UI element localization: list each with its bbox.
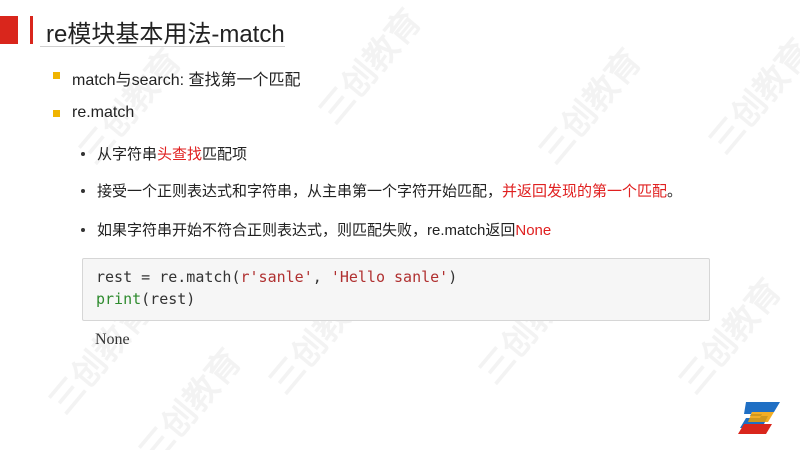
sub-bullet-text: 从字符串头查找匹配项: [97, 143, 247, 164]
sub-bullet-text-plain: 从字符串: [97, 146, 158, 163]
watermark-text: 三创教育: [701, 31, 800, 162]
watermark-text: 三创教育: [131, 341, 250, 450]
watermark-text: 三创教育: [311, 1, 430, 132]
sub-bullet-text: 如果字符串开始不符合正则表达式，则匹配失败，re.match返回None: [97, 219, 551, 240]
bullet-dot-icon: [81, 152, 85, 156]
slide-title: re模块基本用法-match: [46, 21, 285, 48]
code-output: None: [95, 331, 130, 348]
sub-bullet-text: 接受一个正则表达式和字符串，从主串第一个字符开始匹配，并返回发现的第一个匹配。: [97, 180, 682, 201]
sub-bullet-text-plain: 匹配项: [202, 146, 248, 163]
sub-bullet-text-plain: 接受一个正则表达式和字符串，从主串第一个字符开始匹配，: [97, 183, 503, 200]
code-line-1: rest = re.match(r'sanle', 'Hello sanle'): [96, 268, 458, 286]
bullet-text: match与search: 查找第一个匹配: [72, 72, 301, 89]
title-divider: [40, 46, 285, 47]
bullet-dot-icon: [81, 228, 85, 232]
title-accent-bar: [0, 16, 18, 44]
bullet-text: re.match: [72, 104, 135, 121]
sub-bullet-highlight: 并返回发现的第一个匹配: [502, 183, 668, 200]
sub-bullet-highlight: 头查找: [157, 146, 203, 163]
sub-bullet-text-plain: 。: [667, 183, 683, 200]
sub-bullet-text-plain: 如果字符串开始不符合正则表达式，则匹配失败，re.match返回: [97, 222, 516, 239]
code-line-2: print(rest): [96, 290, 196, 308]
watermark-text: 三创教育: [531, 41, 650, 172]
title-accent-line: [30, 16, 33, 44]
bullet-square-icon: [53, 72, 60, 79]
bullet-dot-icon: [81, 189, 85, 193]
code-cell[interactable]: rest = re.match(r'sanle', 'Hello sanle')…: [82, 258, 710, 321]
bullet-square-icon: [53, 110, 60, 117]
sub-bullet-highlight: None: [515, 222, 552, 239]
sanchuang-s-logo-icon: [738, 402, 780, 434]
